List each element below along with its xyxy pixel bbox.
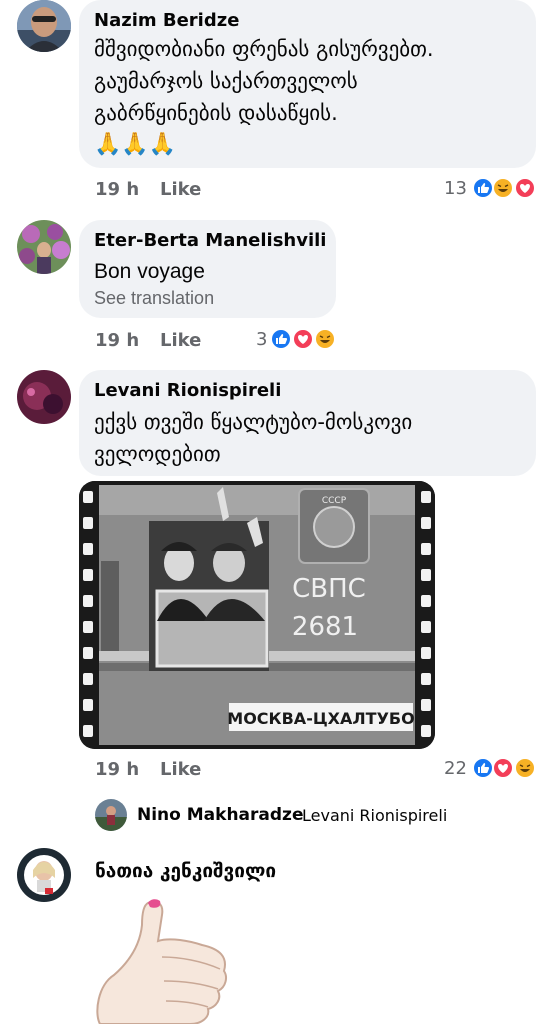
reaction-count[interactable]: 22 bbox=[444, 758, 467, 779]
comment-text-line: გაბრწყინების დასაწყის. bbox=[94, 101, 338, 125]
love-reaction-icon bbox=[292, 328, 314, 350]
comment-text: Bon voyage bbox=[94, 260, 205, 283]
reply-author[interactable]: Nino Makharadze bbox=[137, 805, 303, 825]
like-button[interactable]: Like bbox=[160, 759, 201, 780]
photo-emblem-text: СССР bbox=[322, 496, 347, 506]
comment-time[interactable]: 19 h bbox=[95, 330, 139, 351]
haha-reaction-icon bbox=[492, 177, 514, 199]
like-button[interactable]: Like bbox=[160, 179, 201, 200]
thumbs-up-sticker[interactable] bbox=[90, 895, 240, 1024]
photo-route-sign: МОСКВА-ЦХАЛТУБО bbox=[227, 709, 414, 728]
like-reaction-icon bbox=[270, 328, 292, 350]
photo-car-number: 2681 bbox=[292, 612, 358, 642]
avatar-nazim-beridze[interactable] bbox=[17, 0, 71, 52]
love-reaction-icon bbox=[514, 177, 536, 199]
comment-text-line: ექვს თვეში წყალტუბო-მოსკოვი bbox=[94, 410, 413, 434]
like-reaction-icon bbox=[472, 177, 494, 199]
love-reaction-icon bbox=[492, 757, 514, 779]
comment-text-line: მშვიდობიანი ფრენას გისურვებთ. bbox=[94, 37, 434, 61]
photo-car-label: СВПС bbox=[292, 574, 366, 604]
avatar-natia-kenkishvili[interactable] bbox=[17, 848, 71, 902]
reply-mention[interactable]: Levani Rionispireli bbox=[302, 806, 447, 825]
pray-emoji: 🙏🙏🙏 bbox=[94, 132, 177, 157]
haha-reaction-icon bbox=[514, 757, 536, 779]
comment-bubble[interactable]: Eter-Berta Manelishvili Bon voyage See t… bbox=[79, 220, 336, 318]
reaction-count[interactable]: 13 bbox=[444, 178, 467, 199]
avatar-levani-rionispireli[interactable] bbox=[17, 370, 71, 424]
comment-author[interactable]: Nazim Beridze bbox=[94, 10, 239, 31]
comment-bubble[interactable]: Nazim Beridze მშვიდობიანი ფრენას გისურვე… bbox=[79, 0, 536, 168]
comment-time[interactable]: 19 h bbox=[95, 179, 139, 200]
avatar-nino-makharadze[interactable] bbox=[95, 799, 127, 831]
comment-text-line: გაუმარჯოს საქართველოს bbox=[94, 69, 358, 93]
like-reaction-icon bbox=[472, 757, 494, 779]
comment-bubble[interactable]: Levani Rionispireli ექვს თვეში წყალტუბო-… bbox=[79, 370, 536, 476]
comment-photo[interactable]: СССР СВПС 2681 МОСКВА-ЦХАЛТУБО bbox=[79, 481, 435, 749]
comment-text-line: ველოდებით bbox=[94, 442, 221, 466]
comment-author[interactable]: Eter-Berta Manelishvili bbox=[94, 230, 326, 251]
comment-time[interactable]: 19 h bbox=[95, 759, 139, 780]
avatar-eter-berta-manelishvili[interactable] bbox=[17, 220, 71, 274]
comment-author[interactable]: ნათია კენკიშვილი bbox=[95, 860, 276, 882]
comment-author[interactable]: Levani Rionispireli bbox=[94, 380, 281, 401]
reaction-count[interactable]: 3 bbox=[256, 329, 267, 350]
haha-reaction-icon bbox=[314, 328, 336, 350]
see-translation-link[interactable]: See translation bbox=[94, 288, 214, 309]
like-button[interactable]: Like bbox=[160, 330, 201, 351]
